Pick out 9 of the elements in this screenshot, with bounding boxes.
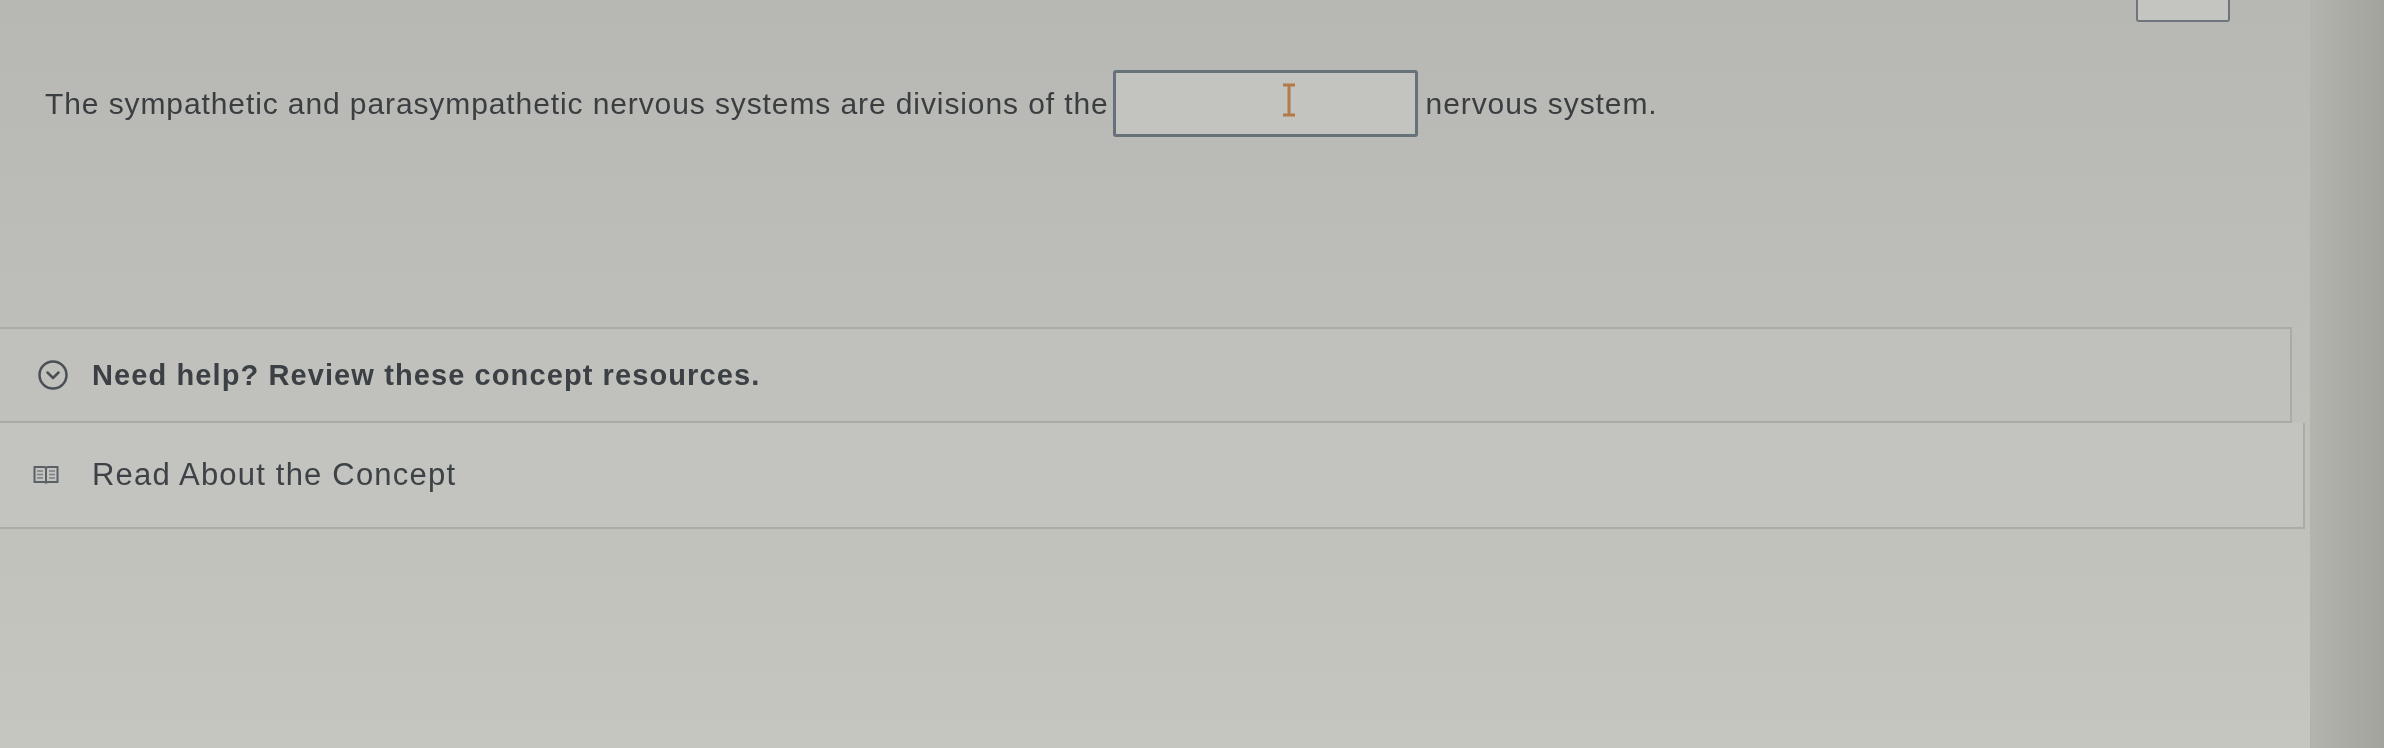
resource-link[interactable]: Read About the Concept xyxy=(92,457,457,493)
answer-field[interactable] xyxy=(1112,70,1418,137)
question-text: The sympathetic and parasympathetic nervous systems are divisions of the xyxy=(45,86,1109,121)
outline-button[interactable] xyxy=(2136,0,2230,22)
text-cursor-icon xyxy=(1281,83,1296,117)
book-icon xyxy=(33,465,59,485)
question-text: nervous system. xyxy=(1425,86,1658,121)
help-title[interactable]: Need help? Review these concept resources. xyxy=(92,358,761,392)
chevron-circle-icon[interactable] xyxy=(38,360,68,390)
